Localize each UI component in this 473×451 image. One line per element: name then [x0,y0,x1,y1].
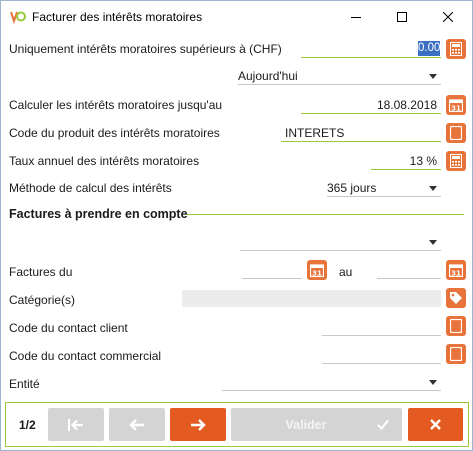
until-date-label: Calculer les intérêts moratoires jusqu'a… [9,98,223,112]
section-divider [187,214,464,215]
date-to-calendar-button[interactable]: 31 [446,260,466,280]
card-icon [450,319,462,333]
app-logo-icon [10,11,26,24]
date-to-field[interactable] [377,262,441,279]
validate-label: Valider [285,418,327,432]
date-from-label: Factures du [9,265,73,279]
client-contact-lookup-button[interactable] [446,316,466,336]
arrow-right-icon [191,418,206,431]
skip-to-first-icon [68,418,83,431]
date-to-label: au [339,265,353,279]
cancel-button[interactable] [408,408,463,441]
min-amount-value[interactable]: 0.00 [418,41,440,56]
calculator-icon [450,42,462,56]
sales-contact-lookup-button[interactable] [446,344,466,364]
chevron-down-icon [429,74,437,79]
minimize-icon [351,16,361,18]
until-date-calendar-button[interactable]: 31 [446,95,466,115]
sales-contact-field[interactable] [322,347,441,364]
date-mode-select[interactable]: Aujourd'hui [238,68,441,85]
annual-rate-label: Taux annuel des intérêts moratoires [9,154,200,168]
calendar-icon: 31 [310,264,324,278]
page-indicator: 1/2 [19,418,36,432]
title-bar: Facturer des intérêts moratoires [1,1,472,32]
calc-method-value: 365 jours [327,181,377,195]
minimize-button[interactable] [333,1,379,32]
date-from-calendar-button[interactable]: 31 [307,260,327,280]
first-page-button[interactable] [48,408,104,441]
invoice-filter-select[interactable] [240,234,441,251]
close-icon [443,11,453,22]
product-code-field[interactable]: INTERETS [281,125,441,142]
svg-text:31: 31 [312,270,322,278]
maximize-icon [397,11,407,22]
date-from-field[interactable] [242,262,302,279]
close-icon [430,419,441,430]
validate-button[interactable]: Valider [231,408,402,441]
calendar-icon: 31 [449,264,463,278]
client-contact-label: Code du contact client [9,321,128,335]
wizard-nav-bar: 1/2 Valider [5,402,469,447]
svg-text:31: 31 [451,270,461,278]
chevron-down-icon [429,186,437,191]
date-mode-value: Aujourd'hui [238,69,298,83]
annual-rate-field[interactable]: 13 % [371,153,441,170]
calculator-button[interactable] [446,39,466,59]
category-field[interactable] [182,290,441,307]
calc-method-select[interactable]: 365 jours [327,180,441,197]
calendar-icon: 31 [449,99,463,113]
window-title: Facturer des intérêts moratoires [32,10,203,24]
rate-calculator-button[interactable] [446,151,466,171]
chevron-down-icon [429,380,437,385]
product-code-value: INTERETS [285,126,345,140]
category-tag-button[interactable] [446,288,466,308]
sales-contact-label: Code du contact commercial [9,349,162,363]
arrow-left-icon [129,418,144,431]
close-window-button[interactable] [425,1,471,32]
until-date-value: 18.08.2018 [376,98,437,112]
svg-text:31: 31 [451,105,461,113]
entity-select[interactable] [222,374,441,391]
card-icon [450,347,462,361]
calc-method-label: Méthode de calcul des intérêts [9,181,172,195]
annual-rate-value: 13 % [409,154,437,168]
product-code-label: Code du produit des intérêts moratoires [9,126,220,140]
checkmark-icon [377,419,389,430]
next-button[interactable] [170,408,226,441]
product-code-lookup-button[interactable] [446,123,466,143]
category-label: Catégorie(s) [9,293,76,307]
until-date-field[interactable]: 18.08.2018 [301,97,441,114]
calculator-icon [450,154,462,168]
maximize-button[interactable] [379,1,425,32]
card-icon [450,126,462,140]
entity-label: Entité [9,377,40,391]
dialog-window: Facturer des intérêts moratoires Uniquem… [0,0,473,451]
invoices-section-title: Factures à prendre en compte [9,207,188,221]
min-amount-label: Uniquement intérêts moratoires supérieur… [9,42,282,56]
client-contact-field[interactable] [322,319,441,336]
previous-button[interactable] [109,408,165,441]
tag-icon [450,292,462,304]
chevron-down-icon [429,240,437,245]
